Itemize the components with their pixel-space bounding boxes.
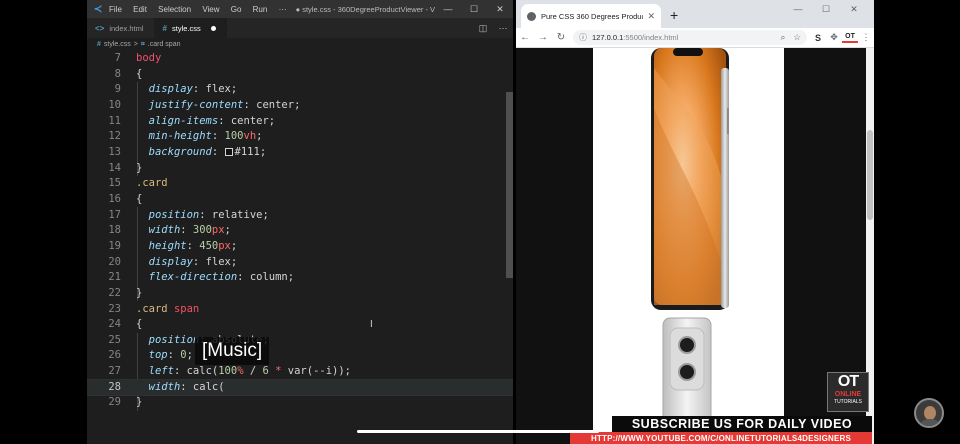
code-line: 22} <box>108 286 143 299</box>
menu-file[interactable]: File <box>109 5 122 14</box>
globe-icon <box>527 11 536 21</box>
code-line: 27 left: calc(100% / 6 * var(--i)); <box>108 365 352 378</box>
menu-run[interactable]: Run <box>253 5 268 14</box>
tab-style-css[interactable]: # style.css <box>154 18 227 38</box>
code-line: 11 align-items: center; <box>108 114 276 127</box>
close-icon[interactable]: ✕ <box>487 4 513 15</box>
menu-go[interactable]: Go <box>231 5 242 14</box>
vscode-logo-icon: ≺ <box>93 3 103 15</box>
extension-ot-icon[interactable]: OT <box>842 33 858 43</box>
code-line: 19 height: 450px; <box>108 239 238 252</box>
scrollbar-thumb[interactable] <box>867 130 873 220</box>
breadcrumb-file[interactable]: style.css <box>104 41 131 48</box>
logo-line1: ONLINE <box>834 391 862 398</box>
code-line: 7 body <box>114 52 162 64</box>
subtitle-caption: [Music] <box>195 337 270 365</box>
code-line: 23 .card span <box>108 302 200 315</box>
browser-tab[interactable]: Pure CSS 360 Degrees Product V ✕ <box>521 4 661 28</box>
close-tab-icon[interactable]: ✕ <box>647 11 655 22</box>
menu-selection[interactable]: Selection <box>158 5 191 14</box>
video-progress-bar[interactable] <box>357 430 599 433</box>
code-line: 21 flex-direction: column; <box>108 271 295 284</box>
browser-tabstrip: Pure CSS 360 Degrees Product V ✕ + — ☐ ✕ <box>516 0 874 28</box>
menu-edit[interactable]: Edit <box>133 5 147 14</box>
zoom-icon[interactable]: ⌕ <box>781 32 786 43</box>
close-icon[interactable]: ✕ <box>840 4 868 15</box>
minimize-icon[interactable]: — <box>784 4 812 15</box>
maximize-icon[interactable]: ☐ <box>812 4 840 15</box>
code-line: 15 .card <box>108 177 168 190</box>
code-line: 13 background: #111; <box>108 145 267 158</box>
iphone-product-image <box>651 48 729 444</box>
breadcrumb-selector[interactable]: .card span <box>148 41 181 48</box>
code-line: 18 width: 300px; <box>108 224 231 237</box>
code-editor[interactable]: 7 body 8{ 9 display: flex; 10 justify-con… <box>87 51 513 444</box>
css-file-icon: # <box>162 23 167 33</box>
css-file-icon: # <box>97 41 101 48</box>
bookmark-star-icon[interactable]: ☆ <box>793 32 801 43</box>
more-actions-icon[interactable]: ⋯ <box>493 18 513 38</box>
menu-kebab-icon[interactable]: ⋮ <box>858 32 874 43</box>
logo-text: OT <box>837 373 859 390</box>
window-title: ● style.css - 360DegreeProductViewer - V… <box>295 4 435 14</box>
browser-window-controls: — ☐ ✕ <box>784 4 868 15</box>
browser-tab-title: Pure CSS 360 Degrees Product V <box>541 11 644 21</box>
extension-s-icon[interactable]: S <box>810 33 826 43</box>
editor-tabbar: <> index.html # style.css ◫ ⋯ <box>87 18 513 38</box>
reload-icon[interactable]: ↻ <box>552 32 570 43</box>
editor-scrollbar[interactable] <box>506 92 513 278</box>
code-line: 9 display: flex; <box>114 83 238 96</box>
browser-toolbar: ← → ↻ ⓘ 127.0.0.1 :5500/index.html ⌕ ☆ S… <box>516 28 874 48</box>
channel-logo: OT ONLINE TUTORIALS <box>827 372 869 412</box>
code-line: 17 position: relative; <box>108 208 269 221</box>
product-card[interactable] <box>593 48 784 444</box>
info-icon[interactable]: ⓘ <box>579 32 587 43</box>
browser-window: Pure CSS 360 Degrees Product V ✕ + — ☐ ✕… <box>516 0 874 444</box>
tab-label: style.css <box>171 23 201 33</box>
breadcrumb-separator: > <box>133 41 138 48</box>
url-host: 127.0.0.1 <box>592 33 624 42</box>
split-editor-icon[interactable]: ◫ <box>473 18 493 38</box>
code-line: 25 position: absolute; <box>108 333 268 346</box>
code-line: 14} <box>108 161 143 174</box>
menu-more[interactable]: ··· <box>279 5 287 14</box>
color-swatch-icon[interactable] <box>224 147 233 156</box>
text-cursor-icon: I <box>370 319 373 330</box>
code-line: 20 display: flex; <box>108 255 238 268</box>
subscribe-banner: SUBSCRIBE US FOR DAILY VIDEO <box>612 416 872 432</box>
maximize-icon[interactable]: ☐ <box>461 4 487 15</box>
forward-icon[interactable]: → <box>534 32 552 43</box>
code-line: 8{ <box>114 67 143 80</box>
code-line: 26 top: 0; <box>108 349 193 362</box>
url-path: :5500/index.html <box>623 33 679 42</box>
breadcrumb: # style.css > ⌗ .card span <box>87 38 513 51</box>
vscode-window: ≺ File Edit Selection View Go Run ··· ● … <box>87 0 513 444</box>
tab-label: index.html <box>109 23 144 33</box>
page-viewport <box>516 48 874 444</box>
code-line: 24{ <box>108 318 143 331</box>
code-line-current: 28 width: calc( <box>87 378 513 397</box>
logo-line2: TUTORIALS <box>834 399 862 405</box>
tab-index-html[interactable]: <> index.html <box>87 18 155 38</box>
vscode-titlebar: ≺ File Edit Selection View Go Run ··· ● … <box>87 0 513 18</box>
extensions-puzzle-icon[interactable]: ✥ <box>826 32 842 43</box>
code-line: 12 min-height: 100vh; <box>108 130 263 143</box>
minimize-icon[interactable]: — <box>435 4 461 14</box>
new-tab-icon[interactable]: + <box>670 7 678 23</box>
channel-url-banner: HTTP://WWW.YOUTUBE.COM/C/ONLINETUTORIALS… <box>570 432 872 444</box>
avatar <box>914 398 944 428</box>
menu-bar: File Edit Selection View Go Run ··· <box>109 5 296 14</box>
unsaved-dot-icon[interactable] <box>210 25 216 31</box>
code-line: 29} <box>108 396 143 409</box>
code-line: 10 justify-content: center; <box>108 98 301 111</box>
menu-view[interactable]: View <box>202 5 219 14</box>
code-line: 16{ <box>108 192 143 205</box>
address-bar[interactable]: ⓘ 127.0.0.1 :5500/index.html ⌕ ☆ <box>573 30 807 45</box>
symbol-icon: ⌗ <box>140 40 145 48</box>
back-icon[interactable]: ← <box>516 32 534 43</box>
html-file-icon: <> <box>95 23 105 33</box>
